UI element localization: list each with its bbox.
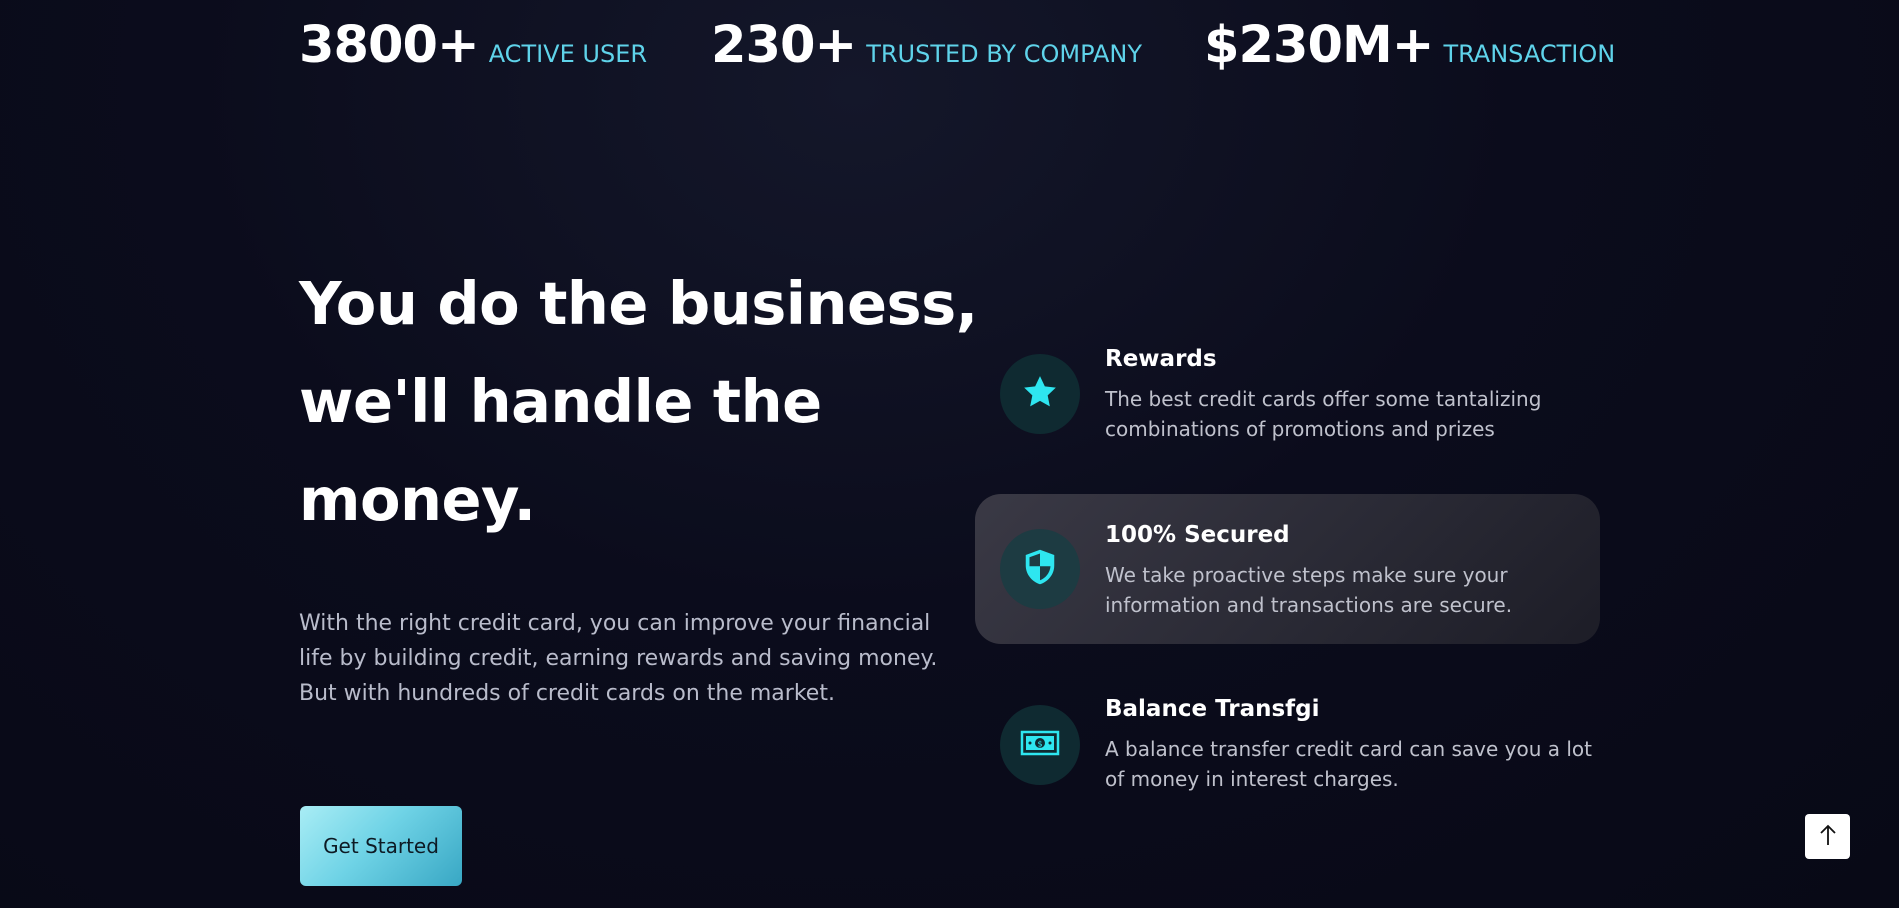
arrow-up-icon bbox=[1818, 823, 1838, 851]
feature-description: The best credit cards offer some tantali… bbox=[1105, 387, 1542, 441]
hero-headline: You do the business, we'll handle the mo… bbox=[299, 269, 978, 534]
stat-label: TRANSACTION bbox=[1443, 40, 1616, 68]
stat-transactions: $230M+ TRANSACTION bbox=[1204, 16, 1615, 75]
stat-trusted-companies: 230+ TRUSTED BY COMPANY bbox=[711, 16, 1142, 75]
feature-secured: 100% Secured We take proactive steps mak… bbox=[975, 494, 1600, 644]
scroll-to-top-button[interactable] bbox=[1805, 814, 1850, 859]
stats-bar: 3800+ ACTIVE USER 230+ TRUSTED BY COMPAN… bbox=[299, 16, 1615, 76]
feature-icon-circle: $ bbox=[1000, 705, 1080, 785]
star-icon bbox=[1020, 372, 1060, 416]
feature-title: 100% Secured bbox=[1105, 522, 1290, 548]
feature-description: A balance transfer credit card can save … bbox=[1105, 737, 1593, 791]
banknote-icon: $ bbox=[1020, 729, 1060, 761]
get-started-button[interactable]: Get Started bbox=[300, 806, 462, 886]
feature-rewards: Rewards The best credit cards offer some… bbox=[975, 340, 1600, 490]
feature-description: We take proactive steps make sure your i… bbox=[1105, 563, 1513, 617]
stat-value: 3800+ bbox=[299, 16, 480, 75]
stat-value: $230M+ bbox=[1204, 16, 1434, 75]
shield-icon bbox=[1022, 547, 1058, 591]
stat-label: ACTIVE USER bbox=[488, 40, 648, 68]
stat-active-users: 3800+ ACTIVE USER bbox=[299, 16, 647, 75]
feature-balance-transfer: $ Balance Transfgi A balance transfer cr… bbox=[975, 690, 1600, 840]
stat-value: 230+ bbox=[711, 16, 857, 75]
hero-description: With the right credit card, you can impr… bbox=[299, 611, 938, 706]
feature-icon-circle bbox=[1000, 354, 1080, 434]
stat-label: TRUSTED BY COMPANY bbox=[866, 40, 1143, 68]
feature-title: Balance Transfgi bbox=[1105, 696, 1320, 722]
feature-icon-circle bbox=[1000, 529, 1080, 609]
svg-text:$: $ bbox=[1037, 740, 1042, 749]
feature-title: Rewards bbox=[1105, 346, 1217, 372]
